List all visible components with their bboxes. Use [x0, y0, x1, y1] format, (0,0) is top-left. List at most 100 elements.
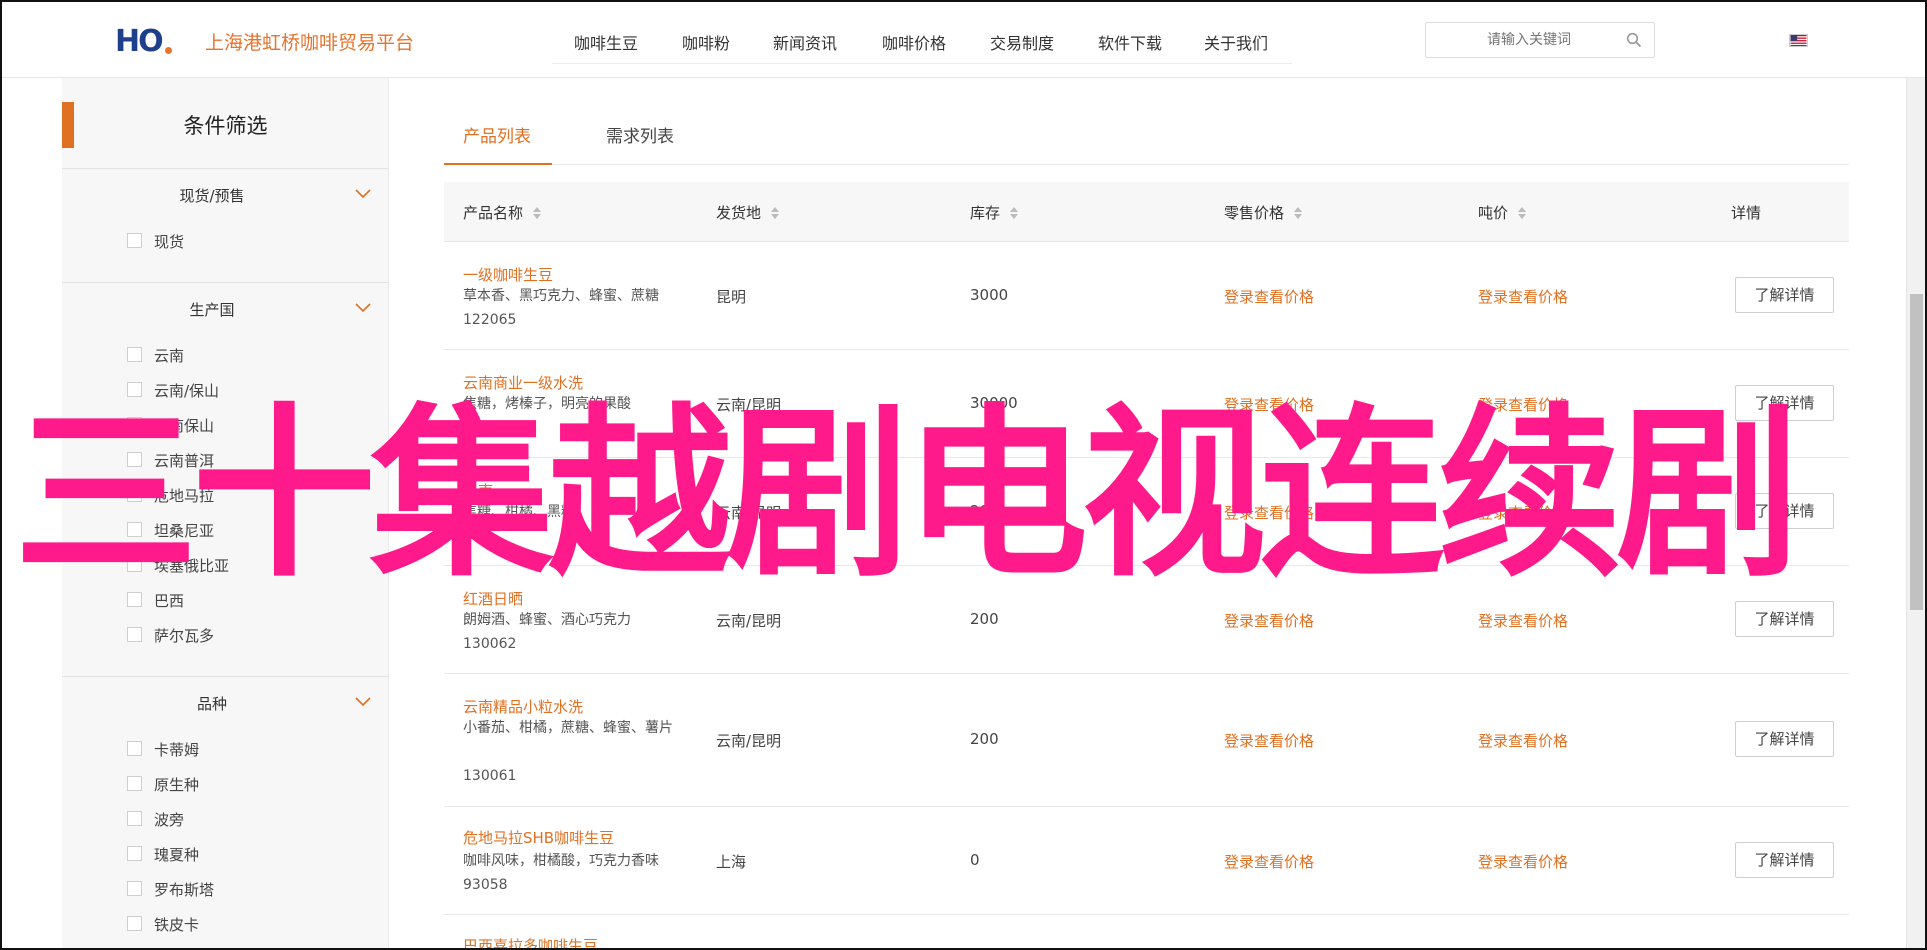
filter-option-label: 现货 [154, 233, 185, 251]
product-description: 草本香、黑巧克力、蜂蜜、蔗糖 [463, 288, 659, 304]
table-row: 云南精品小粒水洗 小番茄、柑橘，蔗糖、蜂蜜、薯片 130061 云南/昆明 20… [444, 674, 1849, 807]
filter-option[interactable]: 瑰夏种 [62, 836, 389, 871]
filter-group-title: 生产国 [189, 301, 235, 319]
product-name-link[interactable]: 巴西喜拉多咖啡生豆 [463, 935, 598, 948]
sort-icon[interactable] [533, 206, 542, 220]
filter-option[interactable]: 罗布斯塔 [62, 871, 389, 906]
chevron-down-icon[interactable] [355, 303, 371, 313]
filter-option-label: 瑰夏种 [154, 846, 200, 864]
filter-group-head[interactable]: 生产国 [62, 283, 389, 337]
sort-icon[interactable] [1294, 206, 1303, 220]
table-row: 危地马拉SHB咖啡生豆 咖啡风味，柑橘酸，巧克力香味 93058 上海 0 登录… [444, 807, 1849, 915]
checkbox[interactable] [127, 916, 142, 931]
checkbox[interactable] [127, 233, 142, 248]
stock-cell: 0 [970, 851, 980, 869]
filter-group-title: 现货/预售 [179, 187, 245, 205]
nav-item-about[interactable]: 关于我们 [1204, 18, 1268, 66]
site-title[interactable]: 上海港虹桥咖啡贸易平台 [205, 28, 414, 55]
filter-option-label: 卡蒂姆 [154, 741, 200, 759]
column-header-label: 详情 [1731, 204, 1762, 222]
checkbox[interactable] [127, 741, 142, 756]
product-id: 93058 [463, 877, 508, 893]
filter-group-availability: 现货/预售 现货 [62, 168, 389, 258]
product-id: 130061 [463, 768, 517, 784]
origin-cell: 昆明 [716, 288, 747, 306]
checkbox[interactable] [127, 811, 142, 826]
tab-demand-list[interactable]: 需求列表 [606, 122, 674, 147]
nav-item-downloads[interactable]: 软件下载 [1098, 18, 1162, 66]
product-id: 122065 [463, 312, 517, 328]
filter-group-head[interactable]: 品种 [62, 677, 389, 731]
checkbox[interactable] [127, 776, 142, 791]
checkbox[interactable] [127, 881, 142, 896]
details-button[interactable]: 了解详情 [1735, 721, 1834, 757]
sort-icon[interactable] [771, 206, 780, 220]
chevron-down-icon[interactable] [355, 189, 371, 199]
checkbox[interactable] [127, 347, 142, 362]
retail-price-login-link[interactable]: 登录查看价格 [1224, 610, 1314, 631]
filter-option[interactable]: 萨尔瓦多 [62, 617, 389, 652]
top-header: H O 上海港虹桥咖啡贸易平台 咖啡生豆 咖啡粉 新闻资讯 咖啡价格 交易制度 … [2, 2, 1925, 78]
retail-price-login-link[interactable]: 登录查看价格 [1224, 851, 1314, 872]
checkbox[interactable] [127, 846, 142, 861]
nav-item-trading-rules[interactable]: 交易制度 [990, 18, 1054, 66]
tab-product-list[interactable]: 产品列表 [463, 122, 531, 147]
retail-price-login-link[interactable]: 登录查看价格 [1224, 286, 1314, 307]
product-name-link[interactable]: 云南精品小粒水洗 [463, 696, 583, 717]
scrollbar-thumb[interactable] [1910, 294, 1923, 610]
product-description: 咖啡风味，柑橘酸，巧克力香味 [463, 853, 659, 869]
us-flag-icon[interactable] [1789, 34, 1808, 47]
search-icon[interactable] [1626, 32, 1642, 48]
sort-icon[interactable] [1010, 206, 1019, 220]
nav-item-green-beans[interactable]: 咖啡生豆 [574, 18, 638, 66]
ton-price-login-link[interactable]: 登录查看价格 [1478, 286, 1568, 307]
product-description: 朗姆酒、蜂蜜、酒心巧克力 [463, 612, 631, 628]
product-name-link[interactable]: 危地马拉SHB咖啡生豆 [463, 827, 614, 848]
column-header-product-name[interactable]: 产品名称 [463, 202, 542, 223]
details-button[interactable]: 了解详情 [1735, 277, 1834, 313]
list-tabs: 产品列表 需求列表 [444, 108, 1849, 165]
filter-group-head[interactable]: 现货/预售 [62, 169, 389, 223]
filter-option-label: 原生种 [154, 776, 200, 794]
filter-option[interactable]: 铁皮卡 [62, 906, 389, 941]
product-name-link[interactable]: 一级咖啡生豆 [463, 264, 553, 285]
filter-option-label: 铁皮卡 [154, 916, 200, 934]
sidebar-title: 条件筛选 [183, 114, 268, 138]
browser-frame: H O 上海港虹桥咖啡贸易平台 咖啡生豆 咖啡粉 新闻资讯 咖啡价格 交易制度 … [0, 0, 1927, 950]
ton-price-login-link[interactable]: 登录查看价格 [1478, 610, 1568, 631]
filter-option-label: 罗布斯塔 [154, 881, 215, 899]
filter-option[interactable]: 云南 [62, 337, 389, 372]
overlay-caption: 三十集越剧电视连续剧 [14, 388, 1800, 602]
details-button[interactable]: 了解详情 [1735, 601, 1834, 637]
column-header-origin[interactable]: 发货地 [716, 202, 780, 223]
checkbox[interactable] [127, 627, 142, 642]
search-input[interactable] [1434, 27, 1624, 53]
column-header-label: 吨价 [1478, 204, 1509, 222]
filter-option[interactable]: 原生种 [62, 766, 389, 801]
logo-letter-o: O [138, 23, 164, 59]
column-header-retail-price[interactable]: 零售价格 [1224, 202, 1303, 223]
origin-cell: 云南/昆明 [716, 732, 782, 750]
nav-item-news[interactable]: 新闻资讯 [773, 18, 837, 66]
nav-item-prices[interactable]: 咖啡价格 [882, 18, 946, 66]
stock-cell: 200 [970, 730, 999, 748]
filter-option[interactable]: 现货 [62, 223, 389, 258]
column-header-stock[interactable]: 库存 [970, 202, 1019, 223]
ton-price-login-link[interactable]: 登录查看价格 [1478, 851, 1568, 872]
filter-group-variety: 品种 卡蒂姆 原生种 波旁 瑰夏种 罗布斯塔 铁皮卡 [62, 676, 389, 941]
site-logo[interactable]: H O [115, 23, 172, 59]
sort-icon[interactable] [1518, 206, 1527, 220]
column-header-ton-price[interactable]: 吨价 [1478, 202, 1527, 223]
table-row: 巴西喜拉多咖啡生豆 [444, 915, 1849, 948]
retail-price-login-link[interactable]: 登录查看价格 [1224, 730, 1314, 751]
filter-option-label: 波旁 [154, 811, 185, 829]
nav-item-coffee-powder[interactable]: 咖啡粉 [682, 18, 730, 66]
page-scrollbar[interactable] [1906, 78, 1925, 948]
filter-option[interactable]: 卡蒂姆 [62, 731, 389, 766]
filter-option[interactable]: 波旁 [62, 801, 389, 836]
details-button[interactable]: 了解详情 [1735, 842, 1834, 878]
origin-cell: 云南/昆明 [716, 612, 782, 630]
chevron-down-icon[interactable] [355, 697, 371, 707]
ton-price-login-link[interactable]: 登录查看价格 [1478, 730, 1568, 751]
table-row: 一级咖啡生豆 草本香、黑巧克力、蜂蜜、蔗糖 122065 昆明 3000 登录查… [444, 242, 1849, 350]
